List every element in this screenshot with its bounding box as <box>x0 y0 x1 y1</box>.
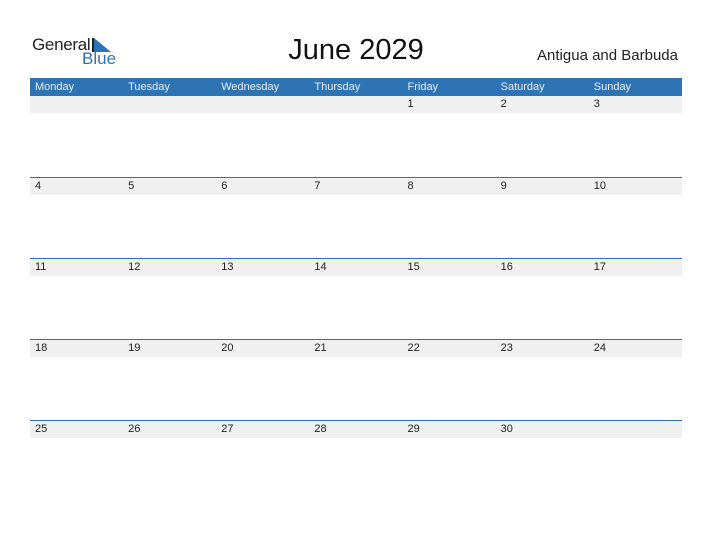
week-row: 18 19 20 21 22 23 24 <box>30 339 682 420</box>
day-number-band: 1 2 3 <box>30 96 682 113</box>
day-cell: 13 <box>221 261 234 273</box>
weekday-label: Thursday <box>314 81 361 93</box>
day-cell: 9 <box>500 180 507 192</box>
day-cell: 25 <box>35 423 48 435</box>
country-name: Antigua and Barbuda <box>537 47 678 64</box>
day-cell: 12 <box>128 261 141 273</box>
day-cell <box>123 96 216 113</box>
weekday-header: Monday Tuesday Wednesday Thursday Friday… <box>30 78 682 96</box>
day-cell: 11 <box>35 261 47 273</box>
day-cell: 4 <box>35 180 42 192</box>
week-row: 1 2 3 <box>30 96 682 177</box>
day-cell <box>30 96 123 113</box>
week-row: 4 5 6 7 8 9 10 <box>30 177 682 258</box>
day-number-band: 18 19 20 21 22 23 24 <box>30 339 682 357</box>
weekday-label: Saturday <box>500 81 545 93</box>
day-cell: 1 <box>407 98 414 110</box>
day-cell: 2 <box>500 98 507 110</box>
weekday-label: Friday <box>407 81 439 93</box>
day-cell: 22 <box>407 342 420 354</box>
day-cell: 27 <box>221 423 234 435</box>
day-cell: 8 <box>407 180 414 192</box>
day-cell: 24 <box>593 342 606 354</box>
day-cell: 20 <box>221 342 234 354</box>
week-row: 11 12 13 14 15 16 17 <box>30 258 682 339</box>
day-number-band: 25 26 27 28 29 30 <box>30 420 682 438</box>
day-cell: 28 <box>314 423 327 435</box>
weekday-label: Sunday <box>593 81 632 93</box>
weekday-label: Wednesday <box>221 81 280 93</box>
day-cell <box>216 96 309 113</box>
day-cell: 7 <box>314 180 321 192</box>
weekday-label: Tuesday <box>128 81 170 93</box>
day-cell: 29 <box>407 423 420 435</box>
day-number-band: 11 12 13 14 15 16 17 <box>30 258 682 276</box>
day-number-band: 4 5 6 7 8 9 10 <box>30 177 682 195</box>
day-cell: 3 <box>593 98 600 110</box>
day-cell: 26 <box>128 423 141 435</box>
day-cell: 30 <box>500 423 513 435</box>
day-cell: 6 <box>221 180 228 192</box>
day-cell: 10 <box>593 180 606 192</box>
day-cell: 15 <box>407 261 420 273</box>
weekday-label: Monday <box>35 81 75 93</box>
day-cell: 16 <box>500 261 513 273</box>
day-cell: 23 <box>500 342 513 354</box>
day-cell <box>589 421 682 438</box>
day-cell: 19 <box>128 342 141 354</box>
day-cell: 18 <box>35 342 48 354</box>
day-cell: 14 <box>314 261 327 273</box>
day-cell: 21 <box>314 342 327 354</box>
day-cell <box>309 96 402 113</box>
day-cell: 5 <box>128 180 135 192</box>
week-row: 25 26 27 28 29 30 <box>30 420 682 501</box>
day-cell: 17 <box>593 261 606 273</box>
